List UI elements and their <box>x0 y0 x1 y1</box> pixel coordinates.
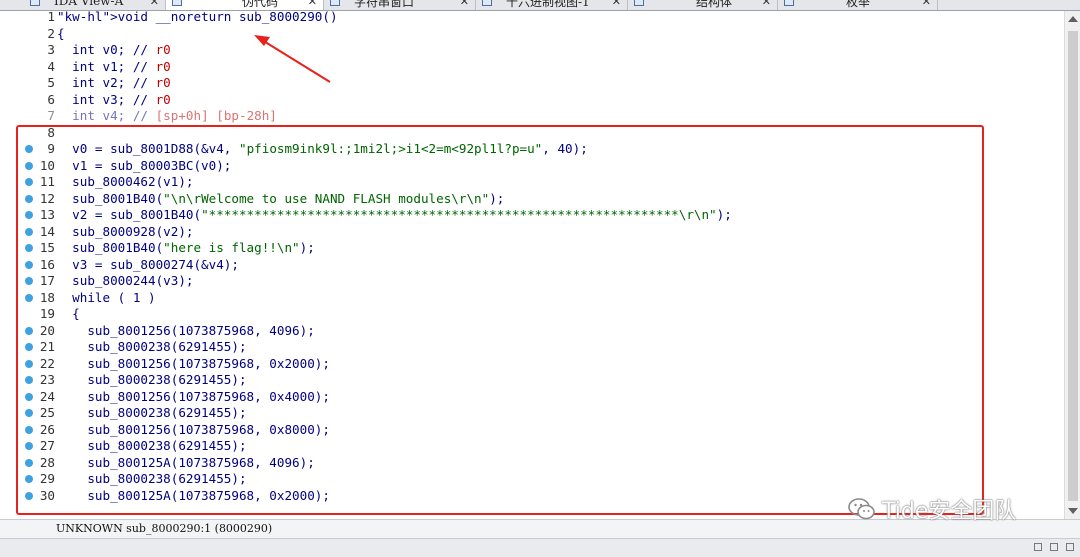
watermark: Tide安全团队 <box>848 494 1016 524</box>
wechat-icon <box>848 498 875 520</box>
annotation-arrow-icon <box>254 35 331 83</box>
watermark-text: Tide安全团队 <box>882 499 1017 524</box>
